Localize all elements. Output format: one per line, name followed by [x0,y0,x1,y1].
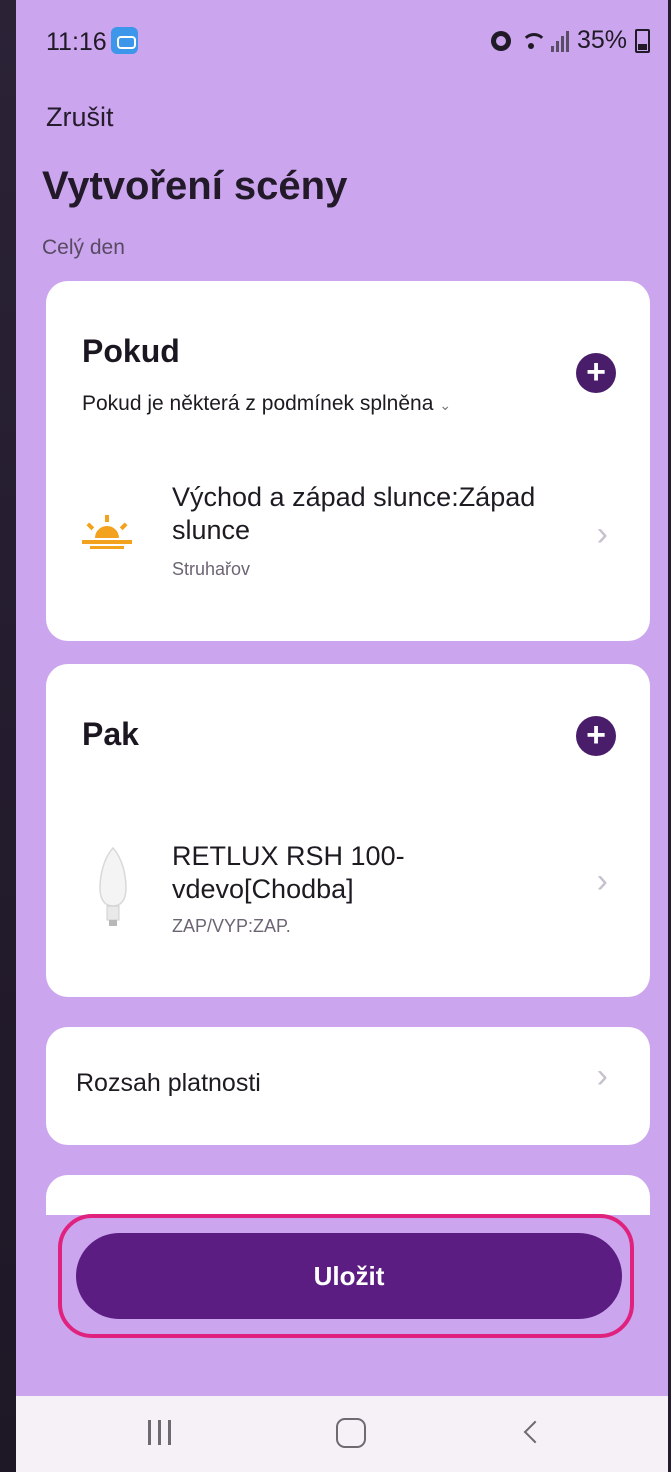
cancel-button[interactable]: Zrušit [46,102,114,133]
signal-icon [550,30,569,52]
condition-location: Struhařov [172,559,251,579]
add-condition-button[interactable]: + [576,353,616,393]
if-section-title: Pokud [82,333,180,369]
phone-screen: 11:16 35% Zrušit Vytvoření scény Celý de… [16,0,668,1472]
validity-scope-row[interactable]: Rozsah platnosti › [46,1027,650,1145]
status-time: 11:16 [46,28,107,56]
page-title: Vytvoření scény [42,164,348,208]
add-action-button[interactable]: + [576,716,616,756]
action-title: RETLUX RSH 100-vdevo[Chodba] [172,841,405,904]
additional-settings-card[interactable] [46,1175,650,1215]
save-button[interactable]: Uložit [76,1233,622,1319]
wifi-icon [519,29,547,53]
sunset-icon [82,515,132,549]
if-conditions-card: Pokud + Pokud je některá z podmínek spln… [46,281,650,641]
condition-title: Východ a západ slunce:Západ slunce [172,482,536,545]
alarm-icon [490,30,511,51]
chevron-right-icon: › [596,1057,608,1095]
battery-icon [635,28,650,53]
action-row[interactable]: RETLUX RSH 100-vdevo[Chodba] ZAP/VYP:ZAP… [46,834,650,954]
recent-apps-button[interactable] [148,1420,171,1445]
condition-row[interactable]: Východ a západ slunce:Západ slunce Struh… [46,471,650,591]
action-state: ZAP/VYP:ZAP. [172,916,291,936]
validity-scope-label: Rozsah platnosti [76,1069,261,1097]
condition-type-dropdown[interactable]: Pokud je některá z podmínek splněna ⌄ [82,392,451,416]
chevron-down-icon: ⌄ [439,397,452,413]
status-bar: 11:16 35% [16,0,668,80]
back-button[interactable] [523,1420,547,1444]
status-indicators: 35% [490,26,650,55]
condition-type-label: Pokud je některá z podmínek splněna [82,392,434,415]
then-actions-card: Pak + RETLUX RSH 100-vdevo[Chodba] ZAP/V… [46,664,650,997]
device-frame [0,0,16,1472]
chevron-right-icon: › [596,862,608,900]
chevron-right-icon: › [596,515,608,553]
light-bulb-icon [99,846,127,926]
schedule-subtitle[interactable]: Celý den [42,236,125,260]
notification-app-icon [111,27,138,54]
battery-percent: 35% [576,26,627,54]
then-section-title: Pak [82,716,139,752]
home-button[interactable] [336,1418,366,1448]
system-navigation-bar [16,1396,668,1472]
